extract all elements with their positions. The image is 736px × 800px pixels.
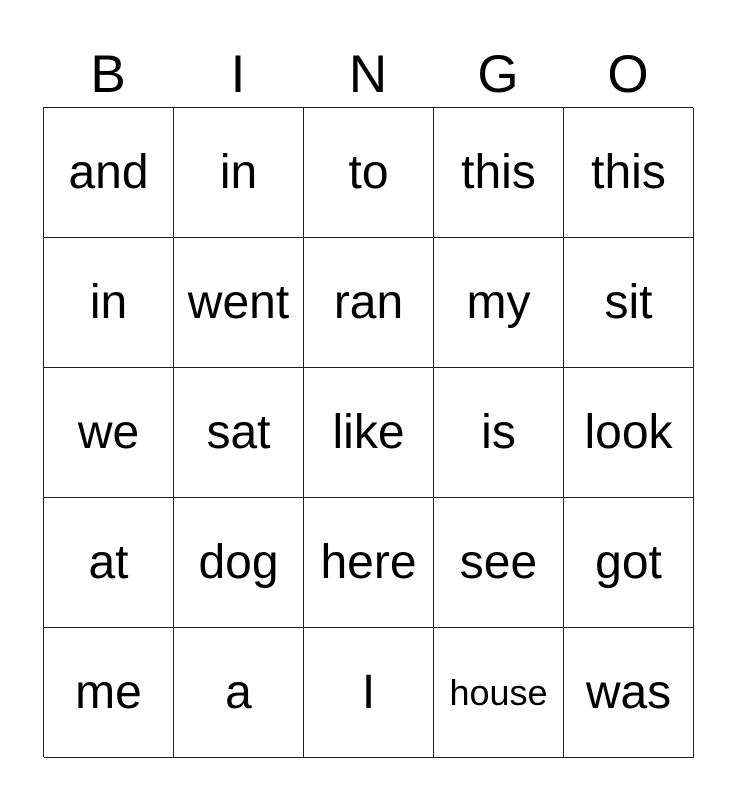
bingo-cell[interactable]: is — [434, 368, 564, 498]
bingo-cell[interactable]: I — [304, 628, 434, 758]
bingo-cell[interactable]: to — [304, 108, 434, 238]
bingo-cell[interactable]: this — [564, 108, 694, 238]
bingo-header: BINGO — [43, 44, 693, 106]
bingo-grid: and in to this this in went ran my sit we sat like is… — [43, 107, 694, 758]
bingo-cell[interactable]: house — [434, 628, 564, 758]
bingo-cell[interactable]: my — [434, 238, 564, 368]
header-letter-o: O — [607, 45, 649, 104]
header-letter-n: N — [348, 45, 388, 104]
bingo-cell[interactable]: in — [44, 238, 174, 368]
bingo-cell[interactable]: went — [174, 238, 304, 368]
bingo-cell[interactable]: look — [564, 368, 694, 498]
bingo-cell[interactable]: like — [304, 368, 434, 498]
header-letter-i: I — [230, 45, 246, 104]
bingo-cell[interactable]: here — [304, 498, 434, 628]
bingo-cell[interactable]: was — [564, 628, 694, 758]
bingo-cell[interactable]: me — [44, 628, 174, 758]
bingo-cell[interactable]: got — [564, 498, 694, 628]
bingo-cell[interactable]: see — [434, 498, 564, 628]
bingo-cell[interactable]: sit — [564, 238, 694, 368]
bingo-cell[interactable]: in — [174, 108, 304, 238]
bingo-cell[interactable]: and — [44, 108, 174, 238]
bingo-cell[interactable]: we — [44, 368, 174, 498]
bingo-cell[interactable]: sat — [174, 368, 304, 498]
bingo-cell[interactable]: this — [434, 108, 564, 238]
bingo-cell[interactable]: dog — [174, 498, 304, 628]
header-letter-g: G — [477, 45, 519, 104]
header-letter-b: B — [90, 45, 126, 104]
bingo-cell[interactable]: ran — [304, 238, 434, 368]
bingo-cell[interactable]: a — [174, 628, 304, 758]
bingo-cell[interactable]: at — [44, 498, 174, 628]
